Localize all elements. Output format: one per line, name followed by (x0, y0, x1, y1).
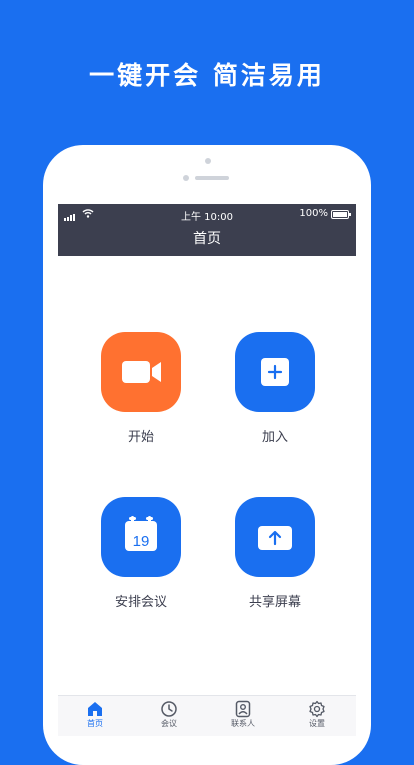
promo-headline: 一键开会 简洁易用 (89, 61, 325, 90)
home-icon (88, 702, 102, 716)
tab-meetings[interactable]: 会议 (132, 698, 206, 729)
gear-icon (309, 700, 325, 718)
phone-speaker (195, 176, 229, 180)
plus-icon (261, 358, 289, 386)
tab-bar: 首页 会议 联系人 设置 (58, 695, 356, 736)
share-screen-button[interactable] (235, 497, 315, 577)
tab-settings-label: 设置 (309, 719, 325, 728)
phone-sensor (205, 158, 211, 164)
clock-icon (161, 701, 177, 717)
schedule-meeting-label: 安排会议 (114, 595, 167, 610)
phone-camera (183, 175, 189, 181)
start-meeting-button[interactable] (101, 332, 181, 412)
contacts-icon (235, 700, 251, 718)
start-meeting-label: 开始 (127, 430, 154, 445)
battery-icon (331, 210, 351, 219)
tab-home-label: 首页 (87, 719, 103, 728)
battery-percent: 100% (299, 208, 328, 219)
share-screen-icon (258, 526, 292, 550)
join-meeting-label: 加入 (261, 430, 288, 445)
tab-home[interactable]: 首页 (58, 698, 132, 729)
status-bar: 上午 10:00 100% (58, 204, 356, 224)
page-title: 首页 (193, 231, 221, 247)
tab-contacts[interactable]: 联系人 (206, 698, 280, 729)
tab-meetings-label: 会议 (161, 719, 177, 728)
share-screen-label: 共享屏幕 (248, 595, 301, 610)
calendar-day: 19 (133, 533, 150, 550)
app-screen: 上午 10:00 100% 首页 开始 加入 19 安排会议 共享屏幕 首页 会… (58, 204, 356, 736)
tab-contacts-label: 联系人 (231, 719, 255, 728)
tab-settings[interactable]: 设置 (280, 698, 354, 729)
schedule-meeting-button[interactable]: 19 (101, 497, 181, 577)
video-camera-icon (122, 361, 161, 383)
join-meeting-button[interactable] (235, 332, 315, 412)
nav-bar: 首页 (58, 224, 356, 256)
calendar-icon: 19 (125, 516, 157, 551)
